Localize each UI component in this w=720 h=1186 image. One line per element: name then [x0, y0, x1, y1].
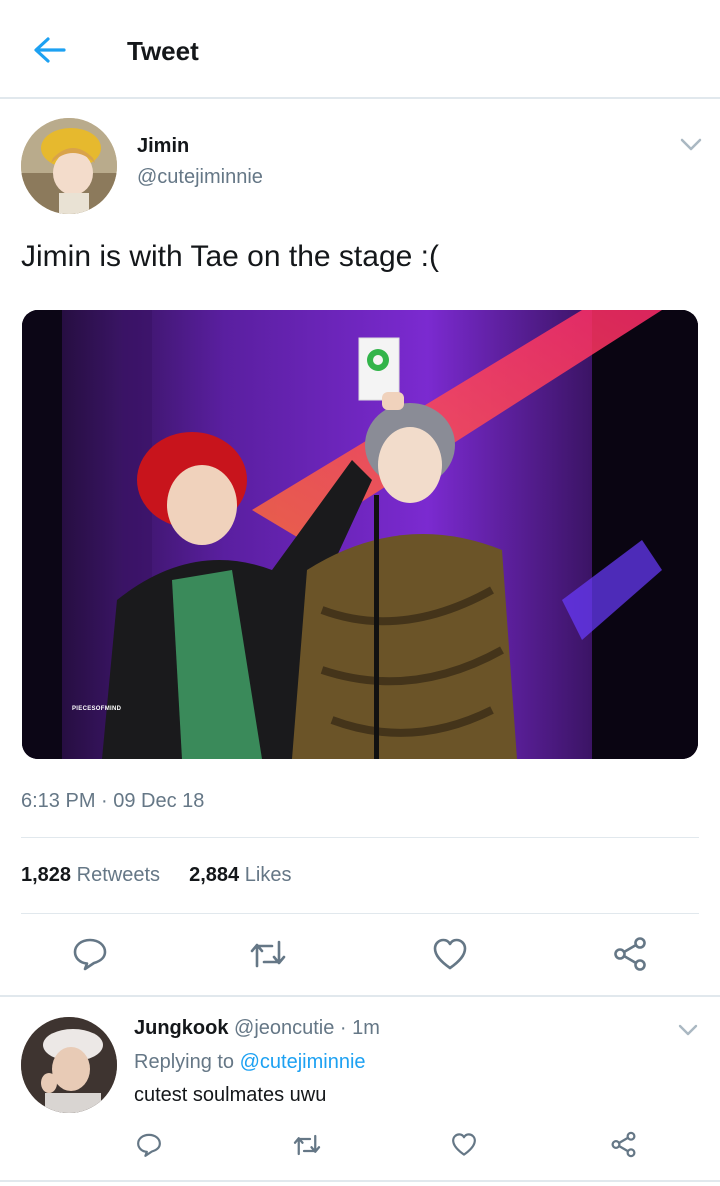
replying-prefix: Replying to [134, 1051, 235, 1073]
share-icon [614, 937, 646, 971]
share-button[interactable] [612, 936, 648, 972]
page-title: Tweet [127, 36, 199, 66]
chevron-down-icon [680, 138, 702, 151]
author-handle[interactable]: @cutejiminnie [137, 166, 263, 189]
comment-icon [73, 938, 107, 971]
reply-like-button[interactable] [451, 1132, 477, 1157]
tweet-image[interactable]: PIECESOFMIND [22, 310, 698, 759]
reply-button[interactable] [72, 936, 108, 972]
likes-stat[interactable]: 2,884 Likes [189, 864, 291, 886]
reply-handle-time[interactable]: @jeoncutie · 1m [234, 1017, 380, 1039]
reply-more-button[interactable] [678, 1024, 698, 1042]
retweet-icon [293, 1134, 321, 1156]
reply-retweet-button[interactable] [292, 1133, 322, 1157]
reply-share-button[interactable] [610, 1131, 637, 1158]
heart-icon [452, 1133, 476, 1156]
author-avatar[interactable] [21, 118, 117, 214]
heart-icon [433, 938, 467, 970]
tweet-more-button[interactable] [680, 138, 702, 157]
divider [21, 913, 699, 914]
replying-mention-link[interactable]: @cutejiminnie [240, 1051, 366, 1073]
retweets-count: 1,828 [21, 864, 72, 886]
retweets-stat[interactable]: 1,828 Retweets [21, 864, 160, 886]
reply-header: Jungkook @jeoncutie · 1m [134, 1017, 380, 1040]
author-name[interactable]: Jimin [137, 135, 189, 158]
reply-author-name[interactable]: Jungkook [134, 1017, 228, 1039]
like-button[interactable] [432, 937, 468, 971]
retweets-label: Retweets [76, 864, 160, 886]
likes-label: Likes [244, 864, 292, 886]
retweet-icon [250, 940, 286, 968]
divider [21, 837, 699, 838]
retweet-button[interactable] [248, 938, 288, 970]
top-bar: Tweet [0, 0, 720, 99]
tweet-timestamp: 6:13 PM · 09 Dec 18 [21, 790, 205, 812]
likes-count: 2,884 [189, 864, 240, 886]
tweet-text: Jimin is with Tae on the stage :( [21, 240, 439, 273]
share-icon [611, 1131, 636, 1158]
arrow-left-icon [34, 37, 66, 63]
chevron-down-icon [678, 1024, 698, 1036]
reply-text: cutest soulmates uwu [134, 1084, 327, 1106]
comment-icon [137, 1133, 161, 1157]
image-watermark: PIECESOFMIND [72, 706, 122, 712]
reply-reply-button[interactable] [136, 1132, 162, 1158]
reply-avatar[interactable] [21, 1017, 117, 1113]
back-button[interactable] [30, 33, 70, 67]
replying-to: Replying to @cutejiminnie [134, 1051, 366, 1074]
section-divider [0, 1180, 720, 1182]
section-divider [0, 995, 720, 997]
tweet-stats: 1,828 Retweets 2,884 Likes [21, 864, 291, 887]
